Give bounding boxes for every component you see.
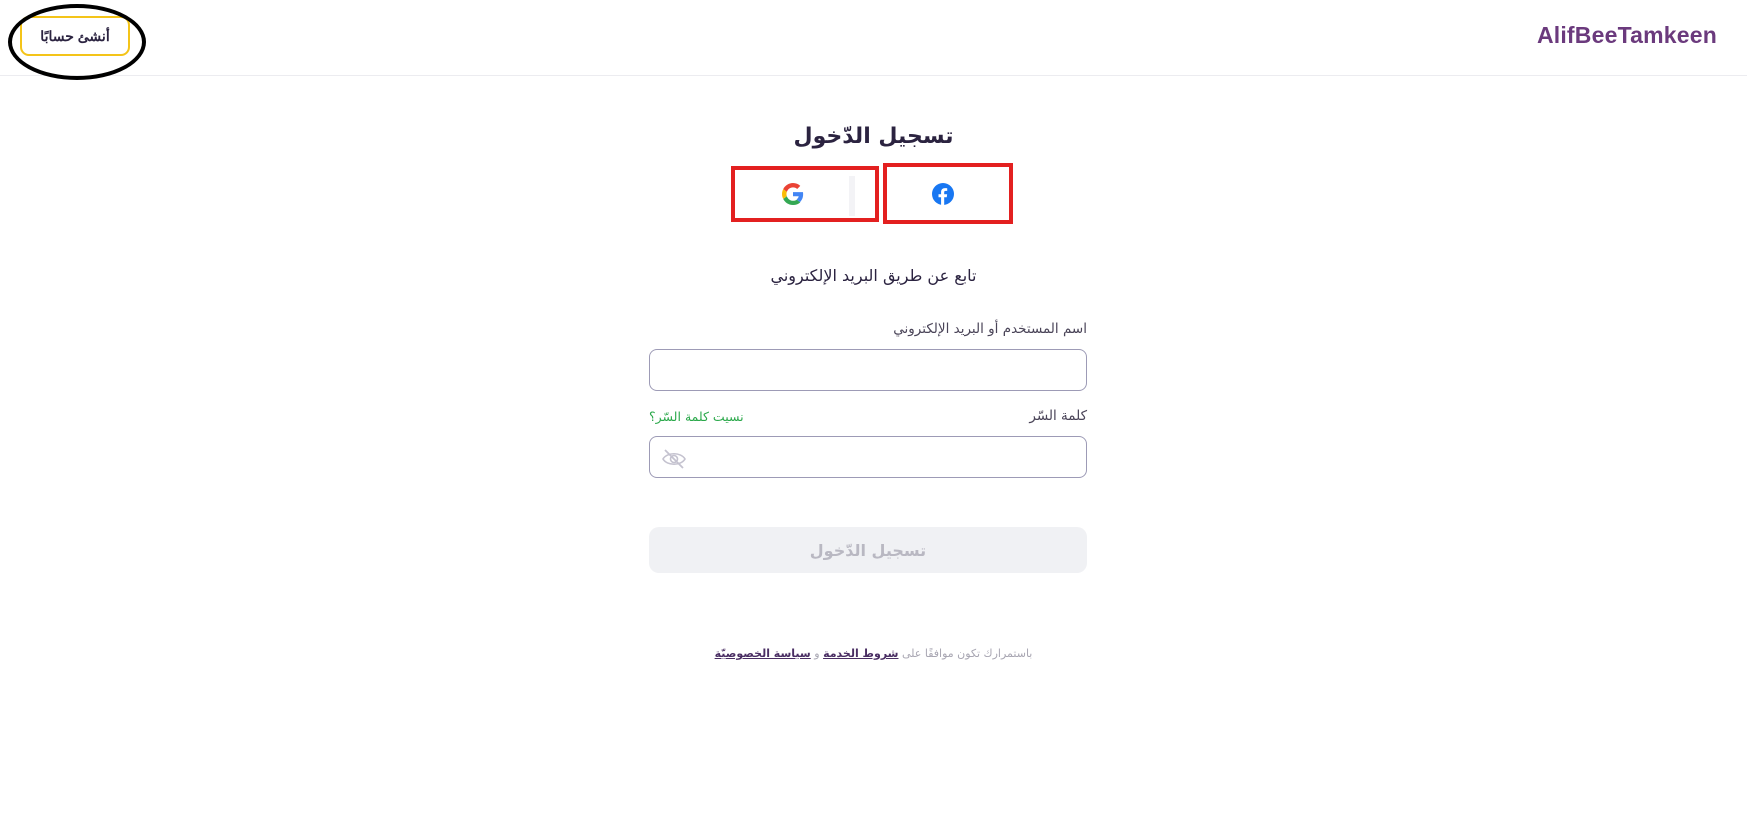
- password-input[interactable]: [649, 436, 1087, 478]
- create-account-button[interactable]: أنشئ حسابًا: [20, 16, 130, 56]
- top-bar: AlifBeeTamkeen أنشئ حسابًا: [0, 0, 1747, 80]
- privacy-policy-link[interactable]: سياسة الخصوصيّة: [715, 647, 811, 660]
- page-title: تسجيل الدّخول: [793, 124, 954, 149]
- facebook-icon: [932, 183, 954, 205]
- forgot-password-link[interactable]: نسيت كلمة السّر؟: [649, 409, 744, 424]
- terms-prefix: باستمرارك تكون موافقًا على: [901, 647, 1033, 660]
- social-divider: [849, 176, 855, 216]
- password-label: كلمة السّر: [1029, 408, 1087, 424]
- google-icon: [782, 183, 804, 205]
- terms-and: و: [814, 647, 820, 660]
- email-section-heading: تابع عن طريق البريد الإلكتروني: [770, 266, 977, 285]
- hide-password-icon[interactable]: [661, 449, 687, 469]
- terms-of-service-link[interactable]: شروط الخدمة: [823, 647, 898, 660]
- brand-logo[interactable]: AlifBeeTamkeen: [1537, 22, 1717, 49]
- login-submit-button[interactable]: تسجيل الدّخول: [649, 527, 1087, 573]
- facebook-login-button[interactable]: [880, 168, 1006, 220]
- username-input[interactable]: [649, 349, 1087, 391]
- google-login-button[interactable]: [728, 168, 858, 220]
- terms-notice: باستمرارك تكون موافقًا على شروط الخدمة و…: [0, 647, 1747, 660]
- username-label: اسم المستخدم أو البريد الإلكتروني: [893, 321, 1087, 337]
